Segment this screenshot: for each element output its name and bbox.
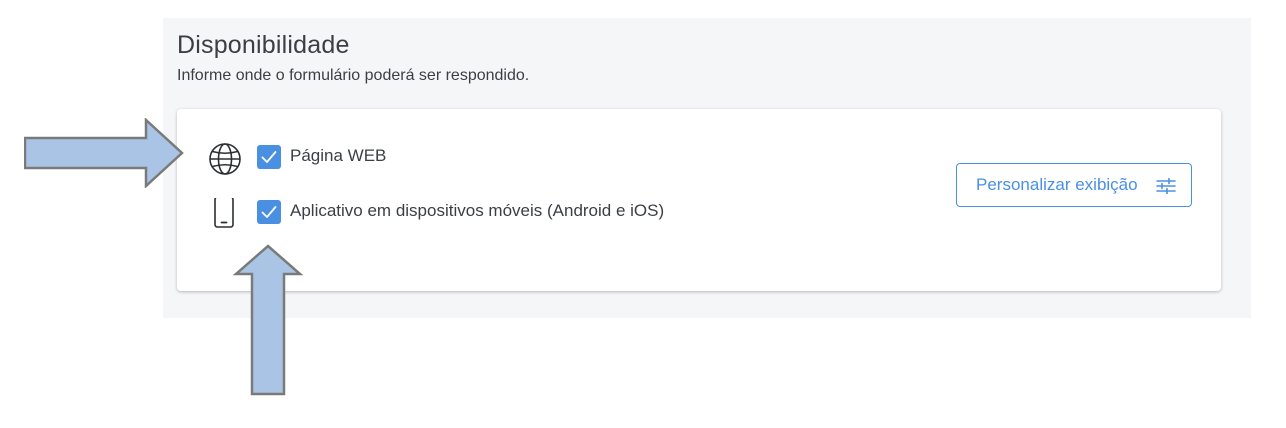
section-title: Disponibilidade — [177, 31, 350, 59]
annotation-arrow-right — [24, 118, 184, 188]
globe-icon — [207, 143, 243, 179]
smartphone-icon — [207, 196, 243, 234]
sliders-icon — [1156, 177, 1176, 199]
customize-display-button[interactable]: Personalizar exibição — [956, 163, 1192, 207]
page: Disponibilidade Informe onde o formulári… — [0, 0, 1286, 428]
customize-display-label: Personalizar exibição — [976, 175, 1138, 194]
annotation-arrow-up — [232, 244, 304, 396]
mobile-app-checkbox[interactable] — [257, 200, 281, 224]
section-subtitle: Informe onde o formulário poderá ser res… — [177, 67, 530, 84]
web-page-checkbox[interactable] — [257, 145, 281, 169]
web-page-label: Página WEB — [290, 146, 387, 165]
mobile-app-label: Aplicativo em dispositivos móveis (Andro… — [290, 201, 665, 220]
availability-section: Disponibilidade Informe onde o formulári… — [163, 18, 1251, 318]
availability-card: Página WEB Aplicativo em dispositivos mó… — [177, 109, 1221, 291]
